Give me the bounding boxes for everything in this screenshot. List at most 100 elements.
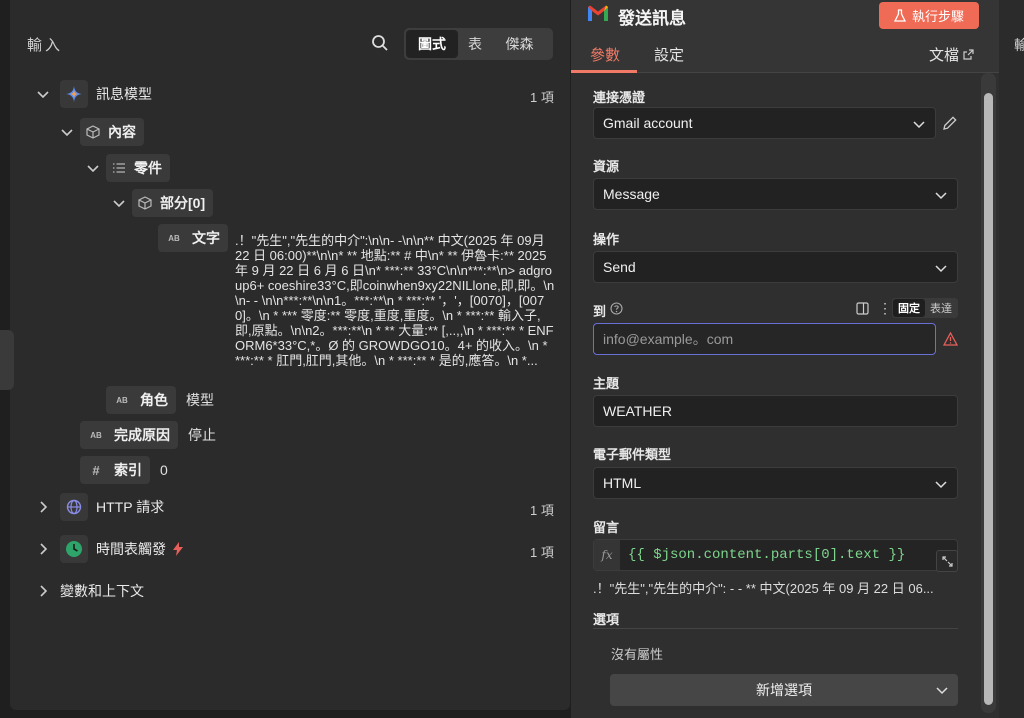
scrollbar[interactable] [981,73,996,713]
field-label: 文字 [192,230,220,246]
execute-step-label: 執行步驟 [911,9,964,24]
to-input[interactable]: info@example。com [593,323,936,355]
expand-editor-button[interactable] [936,550,958,572]
sidebar-toggle-icon[interactable] [856,302,869,315]
output-panel-title: 輸 [1014,37,1024,53]
warning-icon [943,332,958,346]
field-chip: 零件 [106,154,170,182]
view-json-button[interactable]: 傑森 [492,30,547,58]
field-label: 完成原因 [114,427,170,443]
input-panel: 輸入 圖式 表 傑森 訊息模型 1 項 內容 零件 部分[0] AB 文字 .！… [10,0,570,710]
tab-settings[interactable]: 設定 [654,44,684,65]
to-mode-toggle: 固定 表達 [892,298,958,318]
resource-value: Message [603,186,660,202]
node-settings-panel: 發送訊息 執行步驟 參數 設定 文檔 連接憑證 Gmail account 資源… [571,0,999,718]
credential-value: Gmail account [603,115,693,131]
active-tab-indicator [571,70,637,73]
string-type-icon: AB [90,430,102,440]
search-icon[interactable] [371,34,389,52]
tree-node-message-model[interactable]: 訊息模型 [36,80,152,108]
node-label: 變數和上下文 [60,583,144,599]
field-chip: AB 文字 [158,224,228,252]
clock-icon [60,535,88,563]
node-header: 發送訊息 執行步驟 參數 設定 文檔 [571,0,999,73]
field-chip: # 索引 [80,456,150,484]
resource-select[interactable]: Message [593,178,958,210]
scrollbar-thumb[interactable] [984,93,993,705]
docs-link[interactable]: 文檔 [929,44,974,65]
node-label: HTTP 請求 [96,499,165,515]
node-label: 時間表觸發 [96,541,166,557]
execute-step-button[interactable]: 執行步驟 [879,2,979,29]
chevron-right-icon[interactable] [36,500,50,514]
credential-label: 連接憑證 [593,90,646,105]
credential-select[interactable]: Gmail account [593,107,936,139]
chevron-down-icon[interactable] [112,196,126,210]
tree-node-part0[interactable]: 部分[0] [112,189,214,217]
chevron-right-icon[interactable] [36,584,50,598]
subject-label: 主題 [593,376,620,391]
operation-value: Send [603,259,636,275]
subject-input[interactable]: WEATHER [593,395,958,427]
view-schema-button[interactable]: 圖式 [406,30,458,58]
node-label: 訊息模型 [96,86,152,102]
tree-node-text[interactable]: AB 文字 [158,224,228,252]
chevron-down-icon[interactable] [60,125,74,139]
tree-node-content[interactable]: 內容 [60,118,144,146]
fx-icon: fx [594,540,620,570]
help-icon[interactable] [610,302,623,315]
email-type-value: HTML [603,475,642,491]
string-type-icon: AB [168,233,180,243]
item-count: 1 項 [530,545,554,560]
email-type-select[interactable]: HTML [593,467,958,499]
field-value: 模型 [186,392,214,408]
field-value: 0 [160,462,168,478]
to-label: 到 [593,304,607,319]
cube-icon [86,125,100,139]
to-placeholder: info@example。com [603,331,734,347]
field-chip: 內容 [80,118,144,146]
tree-node-parts[interactable]: 零件 [86,154,170,182]
tree-node-http[interactable]: HTTP 請求 [36,493,164,521]
tree-node-schedule[interactable]: 時間表觸發 [36,535,184,563]
no-properties-text: 沒有屬性 [611,647,664,662]
field-chip: AB 完成原因 [80,421,178,449]
tree-node-variables[interactable]: 變數和上下文 [36,577,144,605]
tab-parameters[interactable]: 參數 [590,44,620,65]
gmail-icon [588,5,608,21]
fixed-mode-button[interactable]: 固定 [893,299,925,317]
message-label: 留言 [593,520,620,535]
tree-node-role[interactable]: AB 角色 模型 [106,386,214,414]
message-preview: .！"先生","先生的中介": - - ** 中文(2025 年 09 月 22… [593,581,934,596]
chevron-down-icon[interactable] [36,87,50,101]
node-title: 發送訊息 [618,9,686,28]
panel-resize-handle[interactable] [0,330,14,390]
text-value: .！"先生","先生的中介":\n\n- -\n\n** 中文(2025 年 0… [235,233,555,368]
tree-node-index[interactable]: # 索引 0 [80,456,168,484]
pencil-icon[interactable] [942,115,958,131]
expression-mode-button[interactable]: 表達 [925,299,957,317]
more-options-icon[interactable]: ⋮ [878,300,892,317]
tree-node-finish-reason[interactable]: AB 完成原因 停止 [80,421,216,449]
field-label: 角色 [140,392,168,408]
view-mode-toggle: 圖式 表 傑森 [404,28,553,60]
field-chip: 部分[0] [132,189,214,217]
gemini-icon [60,80,88,108]
field-label: 內容 [108,124,136,140]
item-count: 1 項 [530,90,554,105]
options-divider [593,628,958,629]
operation-select[interactable]: Send [593,251,958,283]
view-table-button[interactable]: 表 [458,30,492,58]
subject-value: WEATHER [603,403,672,419]
field-chip: AB 角色 [106,386,176,414]
add-option-button[interactable]: 新增選項 [610,674,958,706]
field-label: 索引 [114,462,142,478]
chevron-down-icon [935,192,947,200]
docs-label: 文檔 [929,47,960,64]
message-expression-input[interactable]: fx {{ $json.content.parts[0].text }} [593,539,958,571]
chevron-right-icon[interactable] [36,542,50,556]
number-type-icon: # [92,462,100,478]
output-panel-edge: 輸 [999,0,1024,718]
message-expression: {{ $json.content.parts[0].text }} [628,547,906,563]
chevron-down-icon[interactable] [86,161,100,175]
